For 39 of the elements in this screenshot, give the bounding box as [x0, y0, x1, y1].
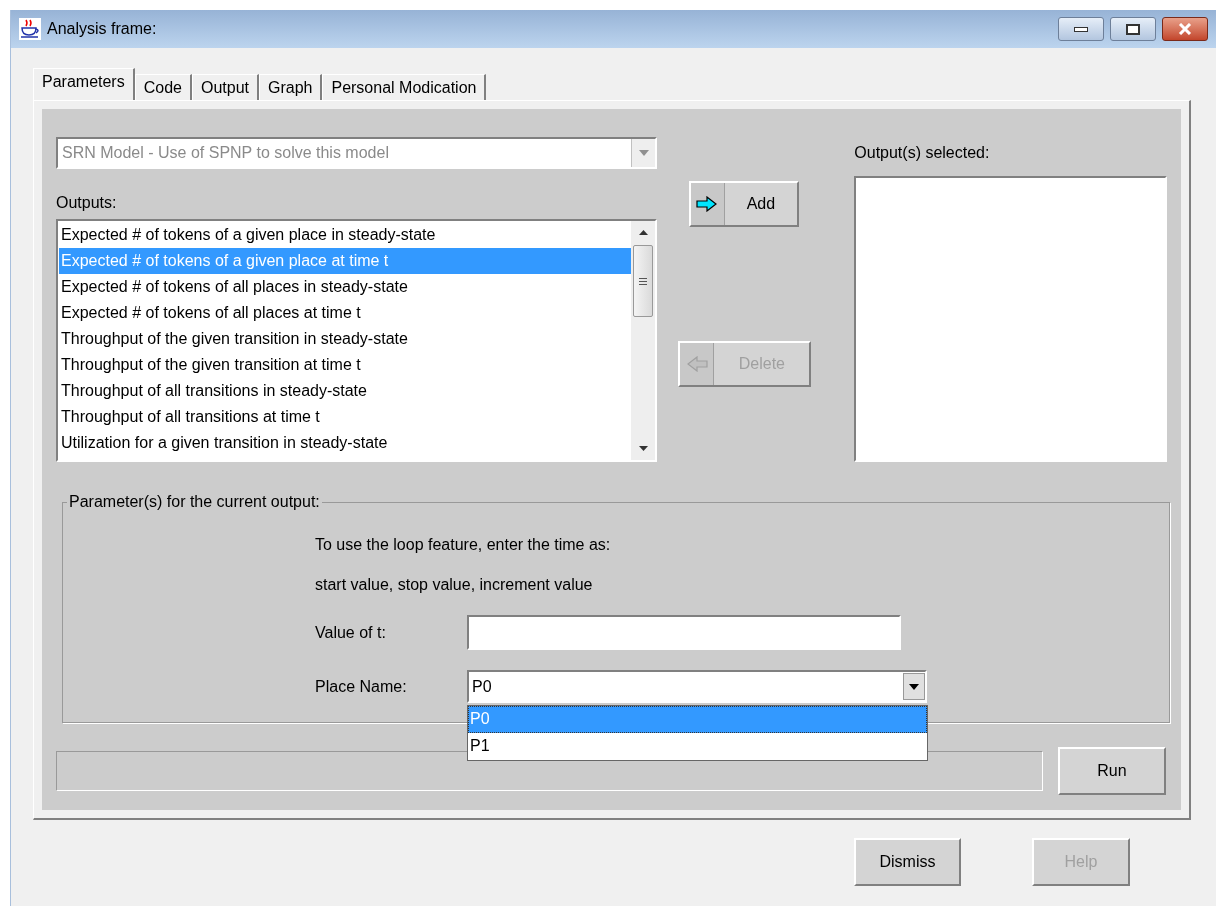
run-button[interactable]: Run: [1058, 747, 1166, 795]
tab[interactable]: Graph: [259, 74, 323, 100]
hint-text: To use the loop feature, enter the time as:: [315, 535, 612, 555]
list-item[interactable]: Expected # of tokens of a given place in steady-state: [59, 222, 632, 248]
left-arrow-icon: [685, 356, 708, 372]
place-dropdown[interactable]: P0: [467, 670, 927, 703]
window-title: Analysis frame:: [47, 19, 157, 39]
minimize-button[interactable]: [1058, 17, 1104, 41]
tab[interactable]: Parameters: [33, 68, 135, 100]
hint-text: start value, stop value, increment value: [315, 575, 594, 595]
place-label: Place Name:: [315, 676, 408, 697]
scrollbar[interactable]: [631, 221, 656, 460]
scroll-down-icon: [638, 446, 648, 451]
add-button[interactable]: Add: [688, 181, 799, 227]
time-label: Value of t:: [315, 622, 387, 643]
list-item[interactable]: Throughput of all transitions at time t: [59, 404, 632, 430]
list-item[interactable]: Throughput of the given transition in steady-state: [59, 326, 632, 352]
selected-outputs-label: Output(s) selected:: [854, 143, 991, 163]
list-item[interactable]: Throughput of all transitions in steady-state: [59, 378, 632, 404]
list-item[interactable]: Utilization for a given transition in steady-state: [59, 430, 632, 456]
dismiss-button[interactable]: Dismiss: [854, 838, 961, 886]
right-arrow-icon: [696, 196, 719, 212]
tab[interactable]: Output: [191, 74, 259, 100]
list-item[interactable]: Throughput of the given transition at time t: [59, 352, 632, 378]
dropdown-arrow-icon: [638, 150, 649, 156]
group-title: Parameter(s) for the current output:: [67, 492, 322, 512]
dropdown-arrow-icon: [909, 683, 919, 690]
grip-icon: [639, 277, 648, 285]
time-input[interactable]: [467, 615, 901, 650]
close-icon: [1178, 23, 1192, 35]
outputs-label: Outputs:: [56, 193, 118, 213]
scroll-up-icon: [638, 230, 648, 235]
maximize-button[interactable]: [1110, 17, 1156, 41]
list-item[interactable]: Expected # of tokens of all places in steady-state: [59, 274, 632, 300]
list-item[interactable]: Expected # of tokens of all places at time t: [59, 300, 632, 326]
close-button[interactable]: [1162, 17, 1208, 41]
tab[interactable]: Code: [134, 74, 192, 100]
tab[interactable]: Personal Modication: [322, 74, 487, 100]
coffee-cup-icon: [19, 18, 41, 40]
